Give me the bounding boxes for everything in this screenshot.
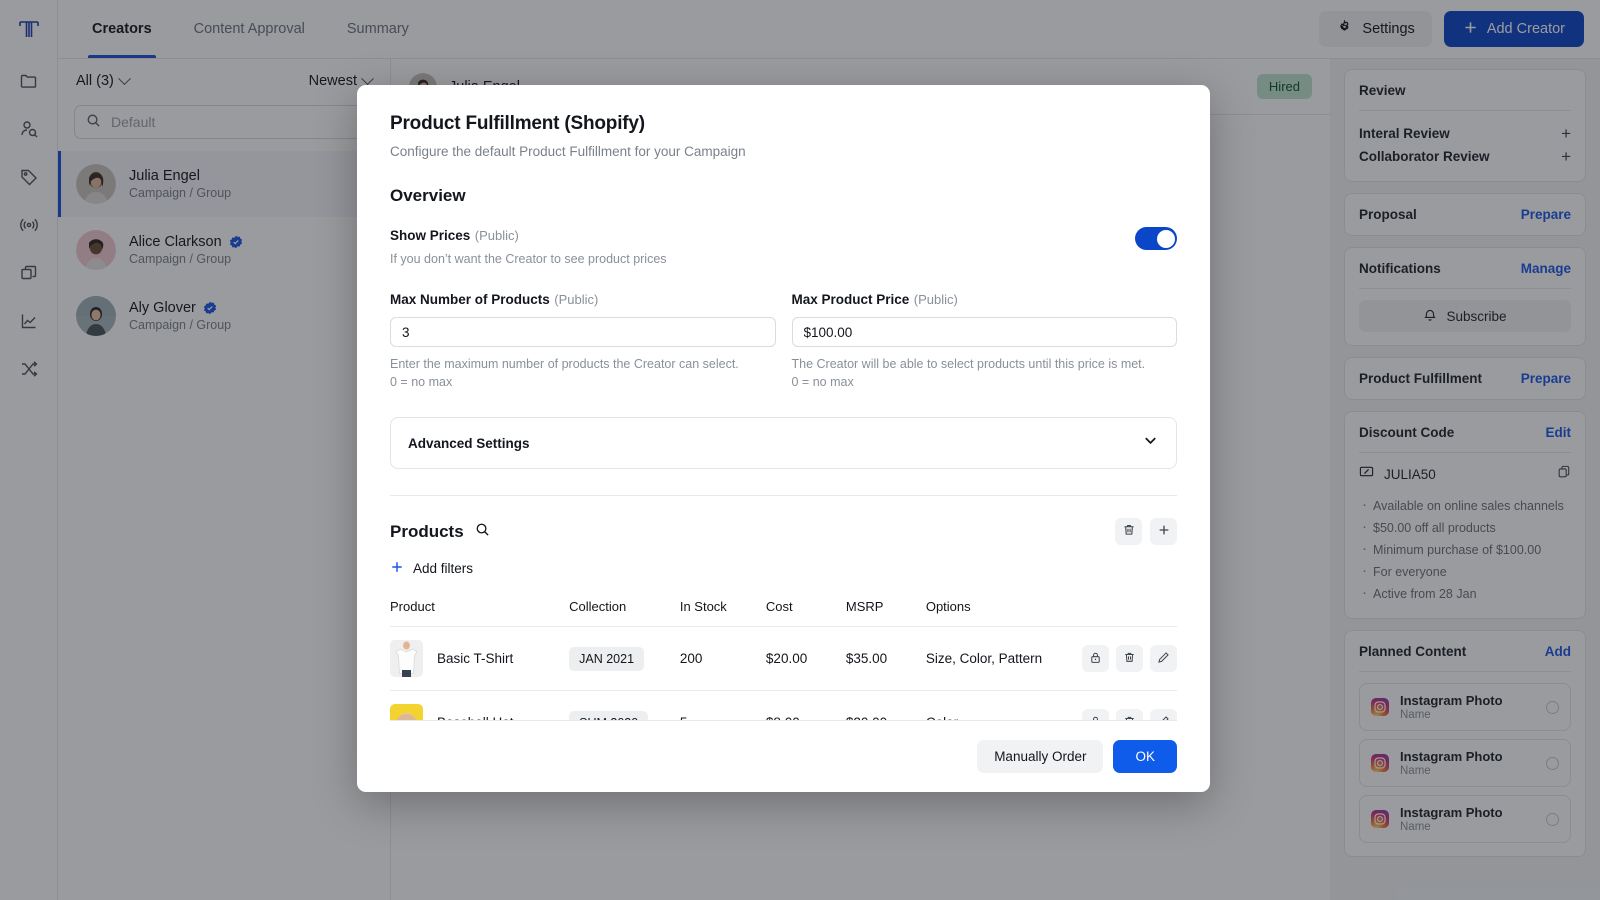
show-prices-section: Show Prices (Public) If you don’t want t…: [390, 227, 1177, 266]
cell-in-stock: 200: [679, 626, 766, 692]
max-products-help-line2: 0 = no max: [390, 375, 453, 390]
col-cost: Cost: [765, 599, 846, 628]
max-price-help-line1: The Creator will be able to select produ…: [791, 357, 1146, 371]
max-products-field-group: Max Number of Products (Public) Enter th…: [390, 291, 776, 391]
pencil-icon: [1157, 651, 1170, 667]
chevron-down-icon: [1142, 432, 1159, 454]
cell-actions: [1062, 626, 1177, 692]
col-options: Options: [925, 599, 1063, 628]
delete-products-button[interactable]: [1115, 518, 1142, 546]
divider: [390, 495, 1177, 497]
max-price-public-tag: (Public): [913, 292, 958, 307]
col-collection: Collection: [569, 599, 680, 628]
max-products-input[interactable]: [390, 317, 776, 347]
max-price-field-group: Max Product Price (Public) The Creator w…: [791, 291, 1178, 391]
limit-fields: Max Number of Products (Public) Enter th…: [390, 291, 1177, 391]
row-actions: [1062, 709, 1177, 720]
app-root: Creators Content Approval Summary Settin…: [0, 0, 1600, 900]
show-prices-public-tag: (Public): [474, 228, 519, 243]
max-products-help: Enter the maximum number of products the…: [390, 355, 776, 391]
cell-msrp: $35.00: [845, 626, 926, 692]
products-header-actions: [1115, 518, 1177, 546]
toggle-knob: [1156, 229, 1175, 248]
trash-icon: [1123, 651, 1136, 667]
products-heading: Products: [390, 521, 464, 541]
modal-footer: Manually Order OK: [390, 720, 1177, 792]
products-section-header: Products: [390, 518, 1177, 546]
product-thumbnail: [390, 640, 423, 678]
max-products-label-row: Max Number of Products (Public): [390, 291, 776, 309]
max-price-input[interactable]: [791, 317, 1177, 347]
edit-row-button[interactable]: [1150, 709, 1177, 720]
cell-cost: $8.00: [765, 690, 846, 720]
row-actions: [1062, 645, 1177, 673]
max-price-help-line2: 0 = no max: [791, 375, 854, 390]
product-cell: Baseball Hat: [390, 704, 569, 720]
cell-actions: [1062, 690, 1177, 720]
products-table-head: Product Collection In Stock Cost MSRP Op…: [390, 599, 1177, 628]
delete-row-button[interactable]: [1116, 645, 1143, 673]
lock-row-button[interactable]: [1082, 709, 1109, 720]
cell-product: Baseball Hat: [390, 690, 570, 720]
table-row[interactable]: Baseball Hat SUM 2020 5 $8.00 $20.00 Col…: [390, 690, 1177, 720]
max-price-label: Max Product Price: [791, 292, 910, 307]
show-prices-text: Show Prices (Public) If you don’t want t…: [390, 227, 667, 266]
add-product-button[interactable]: [1150, 518, 1177, 546]
table-row[interactable]: Basic T-Shirt JAN 2021 200 $20.00 $35.00…: [390, 626, 1177, 692]
trash-icon: [1122, 523, 1136, 540]
cell-options: Size, Color, Pattern: [925, 626, 1063, 692]
table-header-row: Product Collection In Stock Cost MSRP Op…: [390, 599, 1177, 628]
col-msrp: MSRP: [845, 599, 926, 628]
cell-collection: JAN 2021: [569, 626, 680, 692]
lock-closed-icon: [1089, 651, 1102, 667]
lock-row-button[interactable]: [1082, 645, 1109, 673]
cell-in-stock: 5: [679, 690, 766, 720]
col-actions: [1062, 599, 1177, 628]
product-cell: Basic T-Shirt: [390, 640, 569, 678]
max-products-help-line1: Enter the maximum number of products the…: [390, 357, 739, 371]
cell-cost: $20.00: [765, 626, 846, 692]
overview-heading: Overview: [390, 186, 466, 205]
modal-content: Product Fulfillment (Shopify) Configure …: [357, 85, 1210, 720]
modal-subtitle: Configure the default Product Fulfillmen…: [390, 144, 746, 159]
edit-row-button[interactable]: [1150, 645, 1177, 673]
advanced-settings-label: Advanced Settings: [408, 435, 530, 451]
products-table-body: Basic T-Shirt JAN 2021 200 $20.00 $35.00…: [390, 626, 1177, 720]
col-in-stock: In Stock: [679, 599, 766, 628]
show-prices-help: If you don’t want the Creator to see pro…: [390, 252, 667, 266]
show-prices-label-row: Show Prices (Public): [390, 227, 667, 245]
max-price-label-row: Max Product Price (Public): [792, 291, 1178, 309]
col-product: Product: [390, 599, 570, 628]
modal-title: Product Fulfillment (Shopify): [390, 113, 645, 134]
cell-collection: SUM 2020: [569, 690, 680, 720]
product-name: Basic T-Shirt: [437, 651, 514, 667]
show-prices-label: Show Prices: [390, 228, 471, 243]
delete-row-button[interactable]: [1116, 709, 1143, 720]
search-icon[interactable]: [475, 522, 490, 542]
cell-options: Color: [925, 690, 1063, 720]
plus-icon: [390, 560, 404, 577]
show-prices-toggle[interactable]: [1135, 227, 1177, 250]
products-table: Product Collection In Stock Cost MSRP Op…: [390, 599, 1177, 720]
product-fulfillment-modal: Product Fulfillment (Shopify) Configure …: [357, 85, 1210, 792]
manually-order-button[interactable]: Manually Order: [977, 740, 1104, 773]
collection-pill: SUM 2020: [569, 710, 649, 720]
max-products-label: Max Number of Products: [390, 292, 550, 307]
cell-msrp: $20.00: [845, 690, 926, 720]
add-filters-label: Add filters: [413, 561, 474, 577]
advanced-settings-accordion[interactable]: Advanced Settings: [390, 417, 1177, 470]
add-filters-button[interactable]: Add filters: [390, 560, 1177, 577]
product-thumbnail: [390, 704, 423, 720]
max-price-help: The Creator will be able to select produ…: [792, 355, 1178, 391]
ok-button[interactable]: OK: [1113, 740, 1177, 773]
max-products-public-tag: (Public): [554, 292, 599, 307]
plus-icon: [1157, 523, 1171, 540]
cell-product: Basic T-Shirt: [390, 626, 570, 692]
collection-pill: JAN 2021: [569, 646, 645, 671]
